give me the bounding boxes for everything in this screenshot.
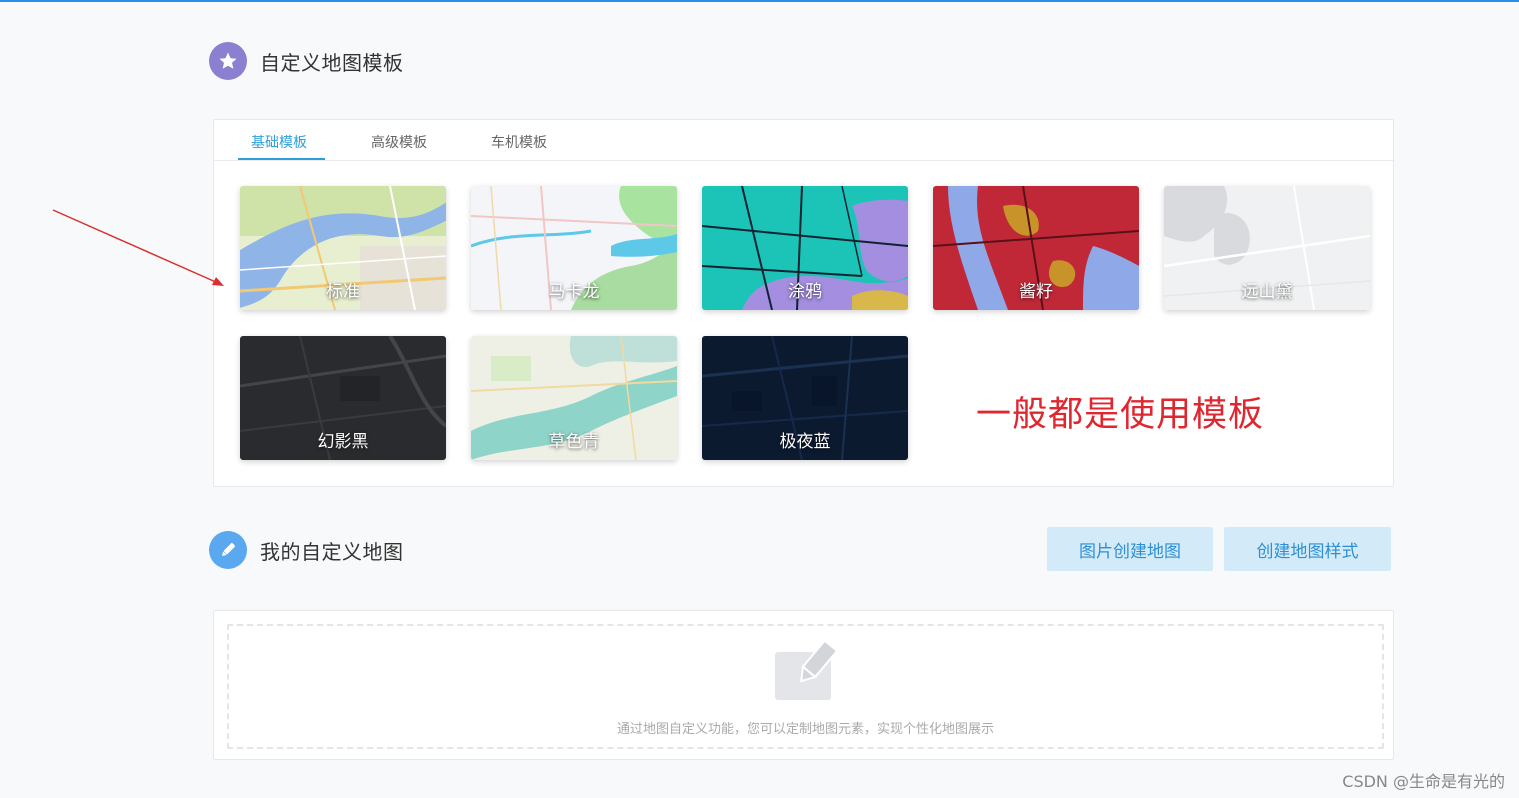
image-create-map-button[interactable]: 图片创建地图 bbox=[1047, 527, 1213, 571]
empty-state-text: 通过地图自定义功能，您可以定制地图元素，实现个性化地图展示 bbox=[616, 722, 994, 737]
watermark: CSDN @生命是有光的 bbox=[1342, 772, 1505, 791]
custom-section-header: 我的自定义地图 bbox=[209, 531, 404, 569]
edit-map-icon bbox=[775, 640, 838, 700]
edit-pen-icon bbox=[209, 531, 247, 569]
create-map-style-button[interactable]: 创建地图样式 bbox=[1224, 527, 1391, 571]
custom-section-title: 我的自定义地图 bbox=[260, 539, 404, 564]
empty-state: 通过地图自定义功能，您可以定制地图元素，实现个性化地图展示 bbox=[227, 624, 1384, 749]
annotation-note: 一般都是使用模板 bbox=[976, 395, 1265, 435]
my-maps-panel: 通过地图自定义功能，您可以定制地图元素，实现个性化地图展示 bbox=[213, 610, 1394, 760]
